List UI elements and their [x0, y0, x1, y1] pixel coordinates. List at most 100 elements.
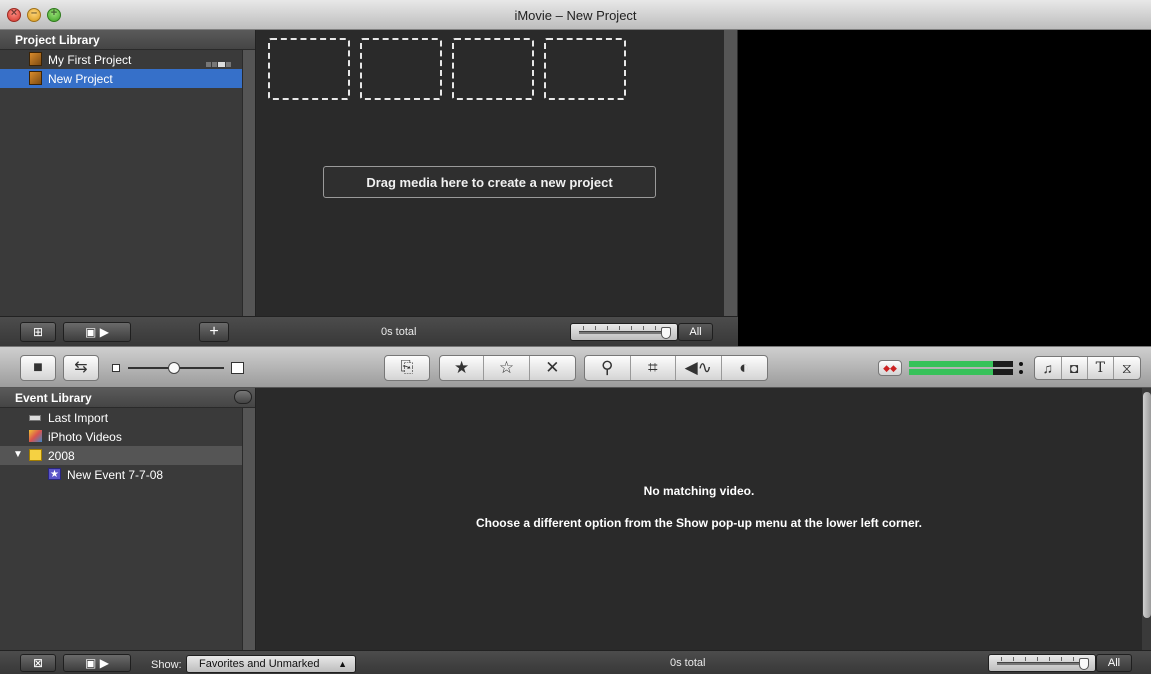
- event-total-duration: 0s total: [670, 657, 706, 669]
- project-item-label: New Project: [48, 72, 113, 86]
- zoom-slider-knob[interactable]: [1079, 658, 1089, 670]
- project-item-new-project[interactable]: New Project: [0, 69, 255, 88]
- iphoto-icon: [29, 430, 42, 442]
- event-item-label: New Event 7-7-08: [67, 468, 164, 482]
- eject-icon[interactable]: [234, 390, 252, 404]
- project-icon: [29, 71, 42, 85]
- drop-placeholder: [452, 38, 534, 100]
- event-item-iphoto-videos[interactable]: iPhoto Videos: [0, 427, 255, 446]
- titles-browser-button[interactable]: T: [1088, 357, 1114, 379]
- event-browser-scrollbar[interactable]: [1141, 388, 1151, 650]
- swap-icon: ⇆: [74, 359, 88, 376]
- add-to-project-icon: ⎘: [400, 359, 414, 376]
- event-browser[interactable]: No matching video. Choose a different op…: [257, 388, 1141, 650]
- event-bottom-bar: ⊠ ▣ ▶ Show: Favorites and Unmarked ▲▼ 0s…: [0, 650, 1151, 674]
- project-library-scrollbar[interactable]: [242, 50, 255, 316]
- drop-placeholder: [360, 38, 442, 100]
- voiceover-button[interactable]: ⚲: [585, 356, 631, 380]
- edit-tools-segmented-control: ⚲ ⌗ ◀︎∿ ◐: [584, 355, 768, 381]
- event-library-pane: Event Library Last Import iPhoto Videos …: [0, 388, 256, 650]
- plus-icon: +: [209, 323, 219, 340]
- event-item-label: Last Import: [48, 411, 109, 425]
- calendar-icon: [29, 449, 42, 461]
- crop-icon: ⌗: [647, 358, 658, 377]
- unmark-button[interactable]: ☆: [484, 356, 530, 380]
- play-fullscreen-icon: ▣ ▶: [85, 325, 109, 339]
- small-thumb-icon: [112, 364, 120, 372]
- waveform-icon: ◆◆: [883, 363, 897, 373]
- camera-photo-icon: ◘: [1070, 360, 1079, 376]
- title-bar: × – + iMovie – New Project: [0, 0, 1151, 30]
- add-project-button[interactable]: +: [199, 322, 229, 342]
- window-title: iMovie – New Project: [514, 8, 637, 23]
- transitions-browser-button[interactable]: ⧖: [1114, 357, 1140, 379]
- camera-import-button[interactable]: ■: [20, 355, 56, 381]
- rating-segmented-control: ★ ☆ ✕: [439, 355, 576, 381]
- project-library-icon: ⊞: [32, 325, 44, 339]
- video-viewer[interactable]: [738, 30, 1151, 346]
- event-zoom-slider[interactable]: [988, 654, 1096, 672]
- title-t-icon: T: [1095, 360, 1105, 376]
- reject-x-icon: ✕: [545, 358, 560, 377]
- play-project-controls[interactable]: ▣ ▶: [63, 322, 131, 342]
- drag-media-hint: Drag media here to create a new project: [323, 166, 656, 198]
- music-browser-button[interactable]: ♫: [1035, 357, 1062, 379]
- event-item-new-event[interactable]: ★ New Event 7-7-08: [0, 465, 255, 484]
- project-zoom-slider[interactable]: [570, 323, 678, 341]
- thumbnail-size-slider[interactable]: [112, 362, 244, 374]
- play-fullscreen-icon: ▣ ▶: [85, 656, 109, 670]
- no-match-title: No matching video.: [643, 484, 755, 498]
- event-item-label: iPhoto Videos: [48, 430, 122, 444]
- project-browser-scrollbar[interactable]: [723, 30, 737, 316]
- event-library-icon: ⊠: [32, 656, 44, 670]
- project-library-pane: Project Library My First Project New Pro…: [0, 30, 256, 316]
- music-note-icon: ♫: [1042, 360, 1054, 376]
- scrollbar-thumb[interactable]: [1143, 392, 1151, 618]
- event-item-year-2008[interactable]: ▼ 2008: [0, 446, 255, 465]
- zoom-slider-knob[interactable]: [661, 327, 671, 339]
- thumbnail-slider-knob[interactable]: [168, 362, 180, 374]
- mark-favorite-button[interactable]: ★: [440, 356, 485, 380]
- main-toolbar: ■ ⇆ ⎘ ★ ☆ ✕ ⚲ ⌗ ◀︎∿ ◐ ◆◆ ♫ ◘ T ⧖: [0, 346, 1151, 388]
- project-progress-indicator: [206, 56, 232, 70]
- add-to-project-button[interactable]: ⎘: [384, 355, 430, 381]
- project-icon: [29, 52, 42, 66]
- event-item-label: 2008: [48, 449, 75, 463]
- toggle-event-library-button[interactable]: ⊠: [20, 654, 56, 672]
- popup-arrows-icon: ▲▼: [338, 659, 347, 669]
- event-library-header: Event Library: [0, 388, 255, 408]
- camera-icon: ■: [33, 359, 43, 376]
- audio-waveform-button[interactable]: ◆◆: [878, 360, 902, 376]
- toggle-project-library-button[interactable]: ⊞: [20, 322, 56, 342]
- project-browser[interactable]: Drag media here to create a new project: [257, 30, 737, 316]
- event-library-scrollbar[interactable]: [242, 408, 255, 650]
- no-match-hint: Choose a different option from the Show …: [475, 516, 922, 530]
- project-item-my-first-project[interactable]: My First Project: [0, 50, 255, 69]
- project-total-duration: 0s total: [381, 326, 417, 338]
- large-thumb-icon: [231, 362, 244, 374]
- audio-adjust-button[interactable]: ◀︎∿: [676, 356, 722, 380]
- show-filter-value: Favorites and Unmarked: [199, 658, 320, 670]
- photo-browser-button[interactable]: ◘: [1062, 357, 1088, 379]
- swap-events-projects-button[interactable]: ⇆: [63, 355, 99, 381]
- crop-button[interactable]: ⌗: [631, 356, 676, 380]
- reject-button[interactable]: ✕: [530, 356, 575, 380]
- event-zoom-all-button[interactable]: All: [1096, 654, 1132, 672]
- project-bottom-bar: ⊞ ▣ ▶ + 0s total All: [0, 316, 738, 346]
- event-item-last-import[interactable]: Last Import: [0, 408, 255, 427]
- filled-star-icon: ★: [454, 358, 470, 377]
- transition-icon: ⧖: [1121, 360, 1132, 376]
- video-adjust-button[interactable]: ◐: [722, 356, 767, 380]
- browser-selector-segmented-control: ♫ ◘ T ⧖: [1034, 356, 1141, 380]
- event-library-title: Event Library: [15, 391, 92, 405]
- show-label: Show:: [151, 659, 182, 671]
- audio-level-meter: [909, 361, 1023, 375]
- empty-star-icon: ☆: [498, 358, 515, 377]
- show-filter-popup[interactable]: Favorites and Unmarked ▲▼: [186, 655, 356, 673]
- project-library-header: Project Library: [0, 30, 255, 50]
- project-zoom-all-button[interactable]: All: [678, 323, 713, 341]
- last-import-icon: [29, 415, 41, 421]
- play-event-controls[interactable]: ▣ ▶: [63, 654, 131, 672]
- disclosure-triangle-icon[interactable]: ▼: [13, 449, 23, 460]
- contrast-icon: ◐: [739, 358, 750, 377]
